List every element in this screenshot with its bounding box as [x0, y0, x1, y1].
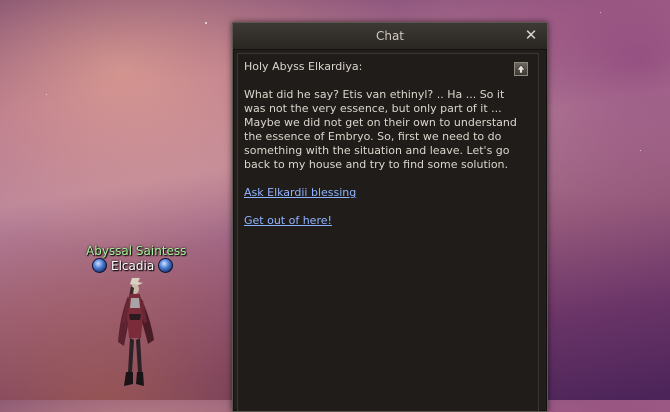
star	[640, 150, 641, 151]
blue-orb-icon	[158, 258, 174, 273]
character-title: Abyssal Saintess	[86, 244, 187, 258]
chat-window[interactable]: Chat ✕ Holy Abyss Elkardiya: What did he…	[232, 22, 548, 412]
chat-title: Chat	[375, 29, 405, 43]
close-button[interactable]: ✕	[523, 27, 539, 43]
option-ask-blessing[interactable]: Ask Elkardii blessing	[244, 186, 356, 200]
close-icon: ✕	[524, 26, 538, 44]
chat-header[interactable]: Chat ✕	[233, 23, 547, 50]
star	[205, 22, 207, 24]
star	[600, 12, 601, 13]
star	[46, 94, 47, 95]
character-sprite	[118, 278, 154, 386]
option-get-out[interactable]: Get out of here!	[244, 214, 332, 228]
npc-message: What did he say? Etis van ethinyl? .. Ha…	[244, 88, 517, 171]
blue-orb-icon	[92, 258, 107, 273]
character-nameplate: Elcadia	[92, 258, 174, 273]
npc-speaker-name: Holy Abyss Elkardiya:	[244, 60, 363, 73]
player-character[interactable]: Abyssal Saintess Elcadia	[80, 242, 190, 400]
chat-content: Holy Abyss Elkardiya: What did he say? E…	[244, 60, 528, 242]
character-name: Elcadia	[111, 258, 155, 273]
chat-body: Holy Abyss Elkardiya: What did he say? E…	[237, 53, 539, 411]
